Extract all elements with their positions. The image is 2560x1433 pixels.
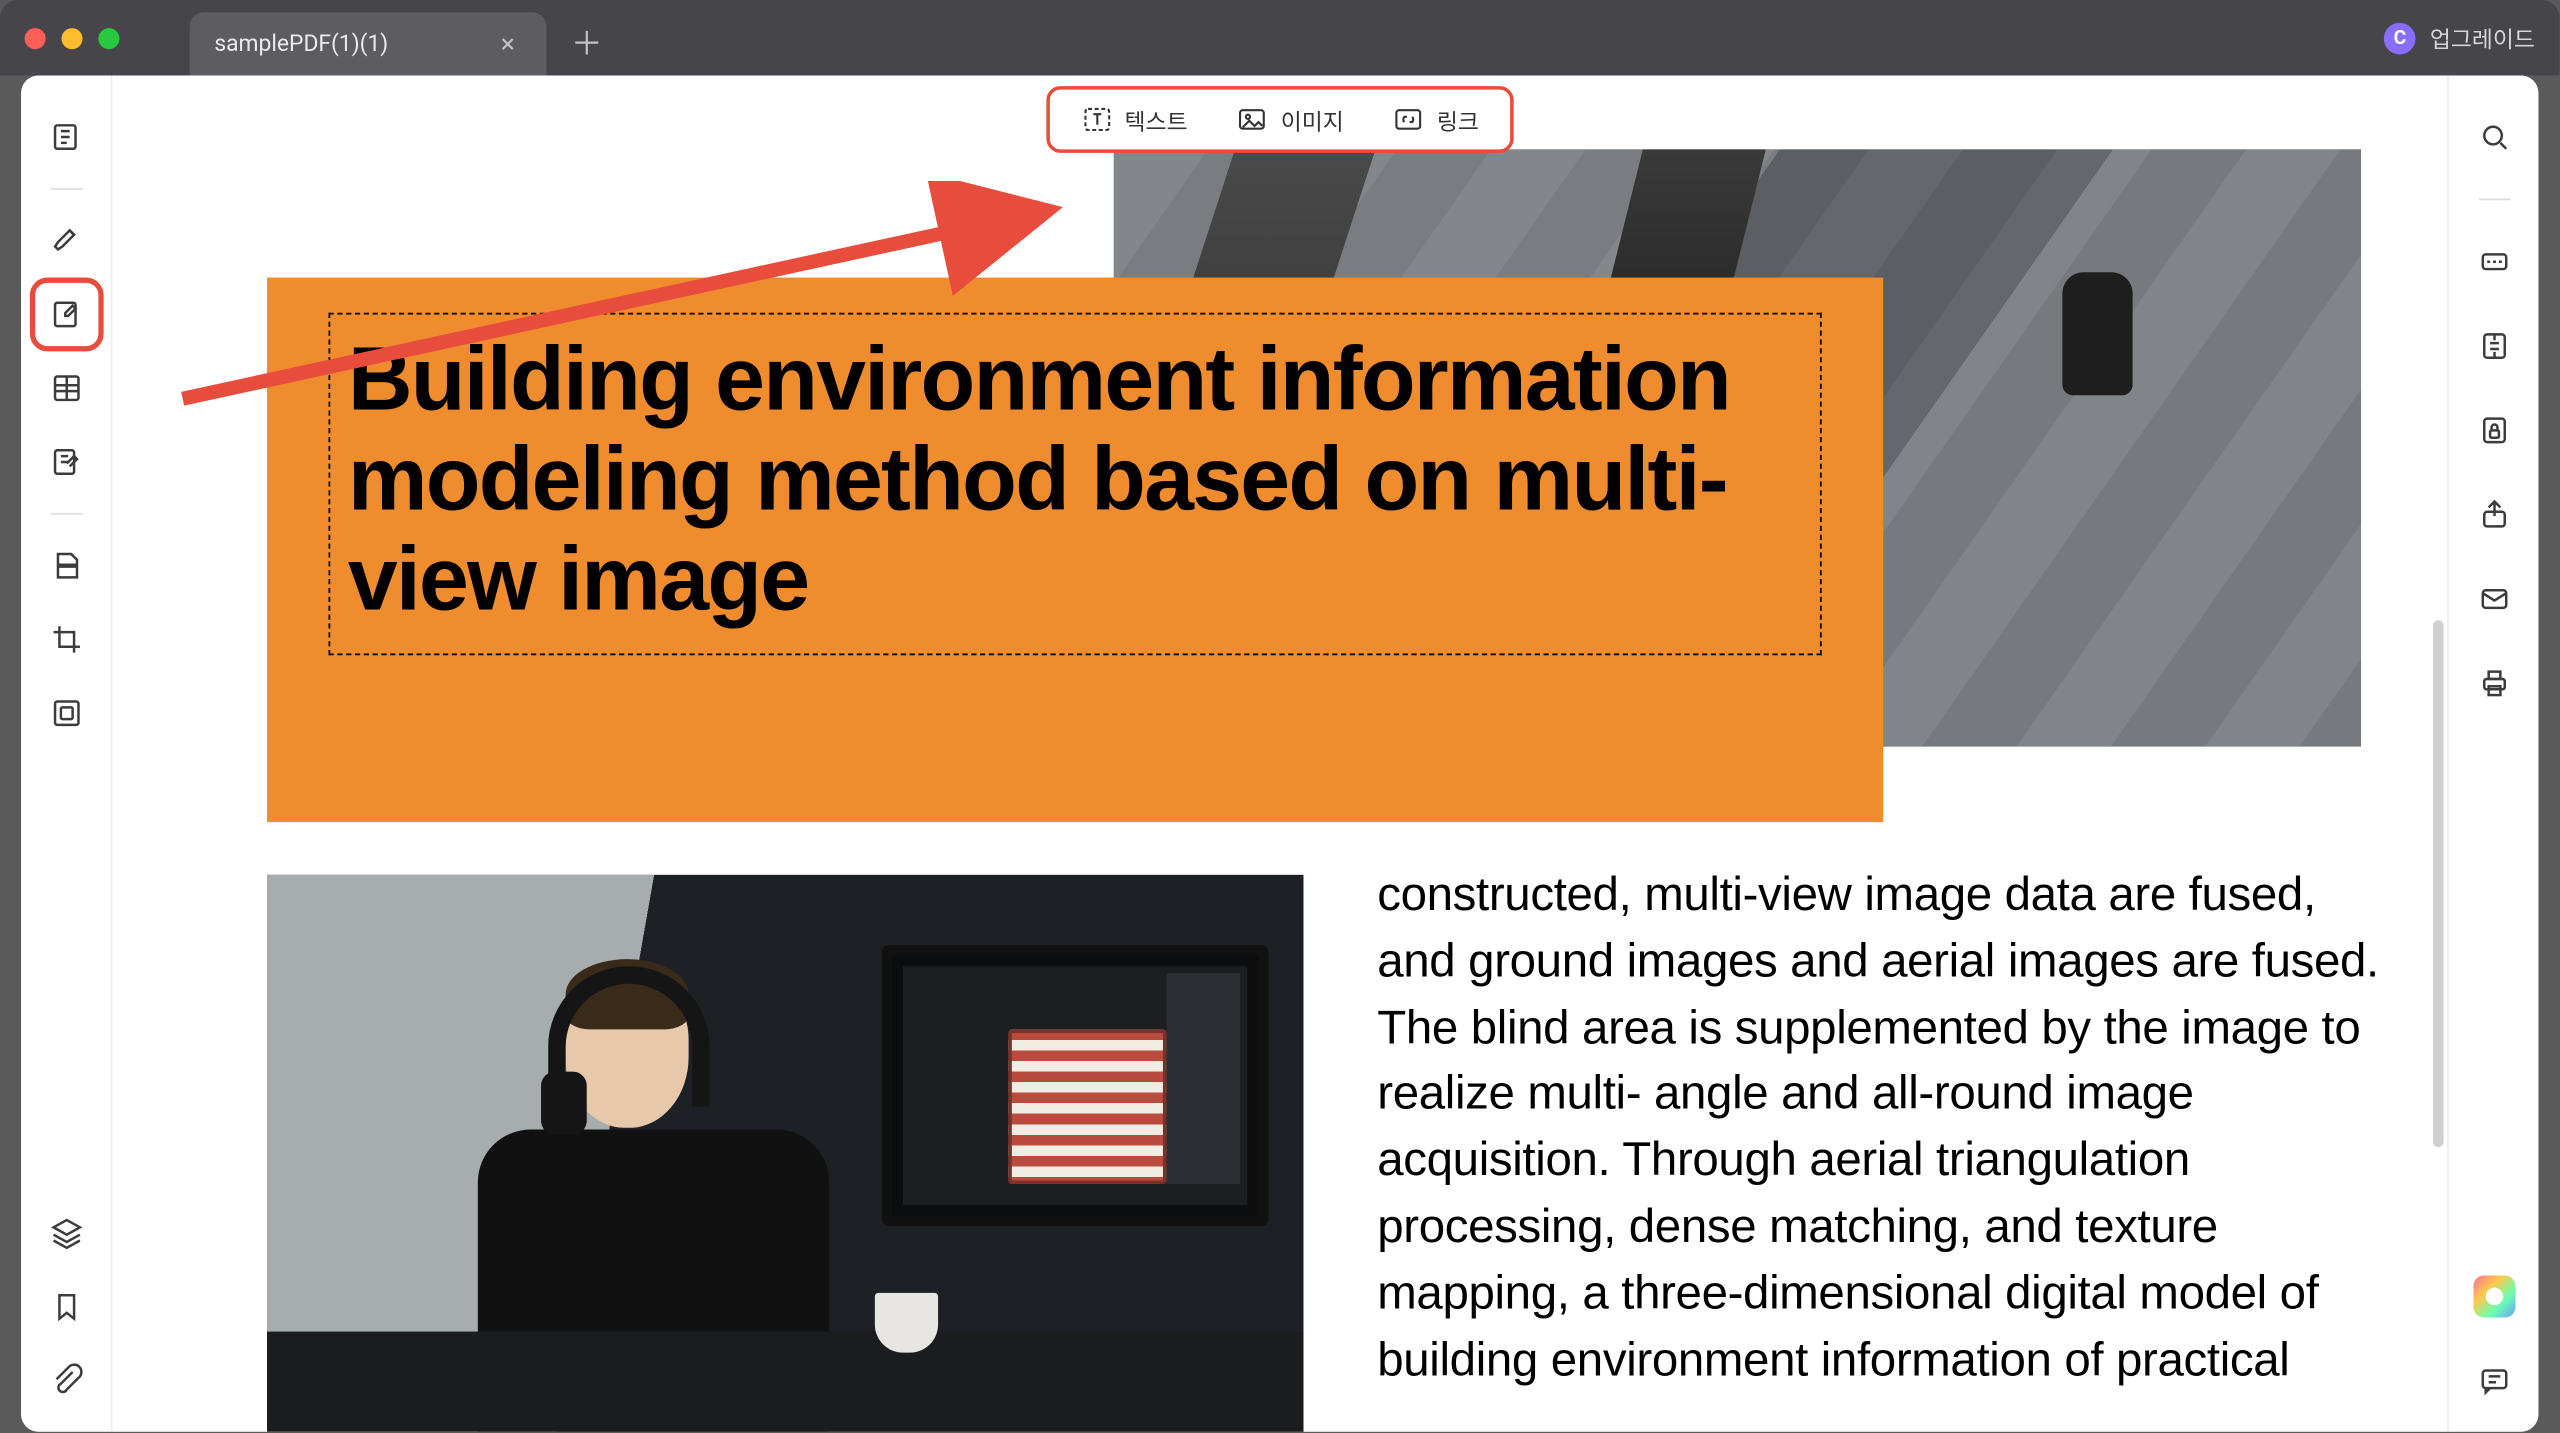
new-tab-button[interactable]: ＋ [571, 18, 603, 64]
scrollbar[interactable] [2433, 620, 2444, 1147]
title-bar: samplePDF(1)(1) × ＋ C 업그레이드 [0, 0, 2560, 76]
search-icon[interactable] [2464, 107, 2524, 167]
tab-title: samplePDF(1)(1) [214, 31, 388, 57]
upgrade-button[interactable]: C 업그레이드 [2384, 21, 2535, 54]
close-tab-icon[interactable]: × [494, 28, 522, 60]
bookmark-icon[interactable] [36, 1277, 96, 1337]
window-maximize-button[interactable] [98, 27, 119, 48]
edit-content-tool-icon[interactable] [36, 285, 96, 345]
right-toolbar [2447, 76, 2538, 1432]
form-tool-icon[interactable] [36, 358, 96, 418]
desk-image [267, 875, 1303, 1432]
redact-tool-icon[interactable] [36, 536, 96, 596]
app-logo-icon[interactable] [2464, 1267, 2524, 1327]
edit-text-label: 텍스트 [1125, 103, 1188, 136]
page-viewport[interactable]: Building environment information modelin… [112, 76, 2447, 1432]
edit-text-button[interactable]: 텍스트 [1063, 96, 1205, 143]
layers-icon[interactable] [36, 1203, 96, 1263]
edit-image-button[interactable]: 이미지 [1219, 96, 1361, 143]
edit-toolbar: 텍스트 이미지 링크 [1045, 86, 1514, 153]
separator [50, 188, 82, 190]
left-toolbar [21, 76, 112, 1432]
highlighter-tool-icon[interactable] [36, 211, 96, 271]
traffic-lights [25, 27, 120, 48]
mail-icon[interactable] [2464, 569, 2524, 629]
window-minimize-button[interactable] [61, 27, 82, 48]
compress-icon[interactable] [2464, 316, 2524, 376]
title-block: Building environment information modelin… [267, 278, 1883, 823]
upgrade-label: 업그레이드 [2430, 21, 2535, 54]
edit-image-label: 이미지 [1281, 103, 1344, 136]
attachment-icon[interactable] [36, 1351, 96, 1411]
document-title-text[interactable]: Building environment information modelin… [329, 313, 1822, 656]
separator [50, 513, 82, 515]
edit-link-button[interactable]: 링크 [1375, 96, 1496, 143]
document-body-text[interactable]: constructed, multi-view image data are f… [1377, 863, 2396, 1394]
edit-link-label: 링크 [1437, 103, 1479, 136]
print-icon[interactable] [2464, 653, 2524, 713]
document-tab[interactable]: samplePDF(1)(1) × [190, 12, 547, 75]
upgrade-badge-icon: C [2384, 22, 2416, 54]
comment-panel-icon[interactable] [2464, 1351, 2524, 1411]
ocr-icon[interactable] [2464, 232, 2524, 292]
annotate-tool-icon[interactable] [36, 107, 96, 167]
window-close-button[interactable] [25, 27, 46, 48]
share-icon[interactable] [2464, 485, 2524, 545]
crop-tool-icon[interactable] [36, 610, 96, 670]
protect-icon[interactable] [2464, 401, 2524, 461]
separator [2478, 199, 2510, 201]
fill-sign-tool-icon[interactable] [36, 432, 96, 492]
watermark-tool-icon[interactable] [36, 683, 96, 743]
